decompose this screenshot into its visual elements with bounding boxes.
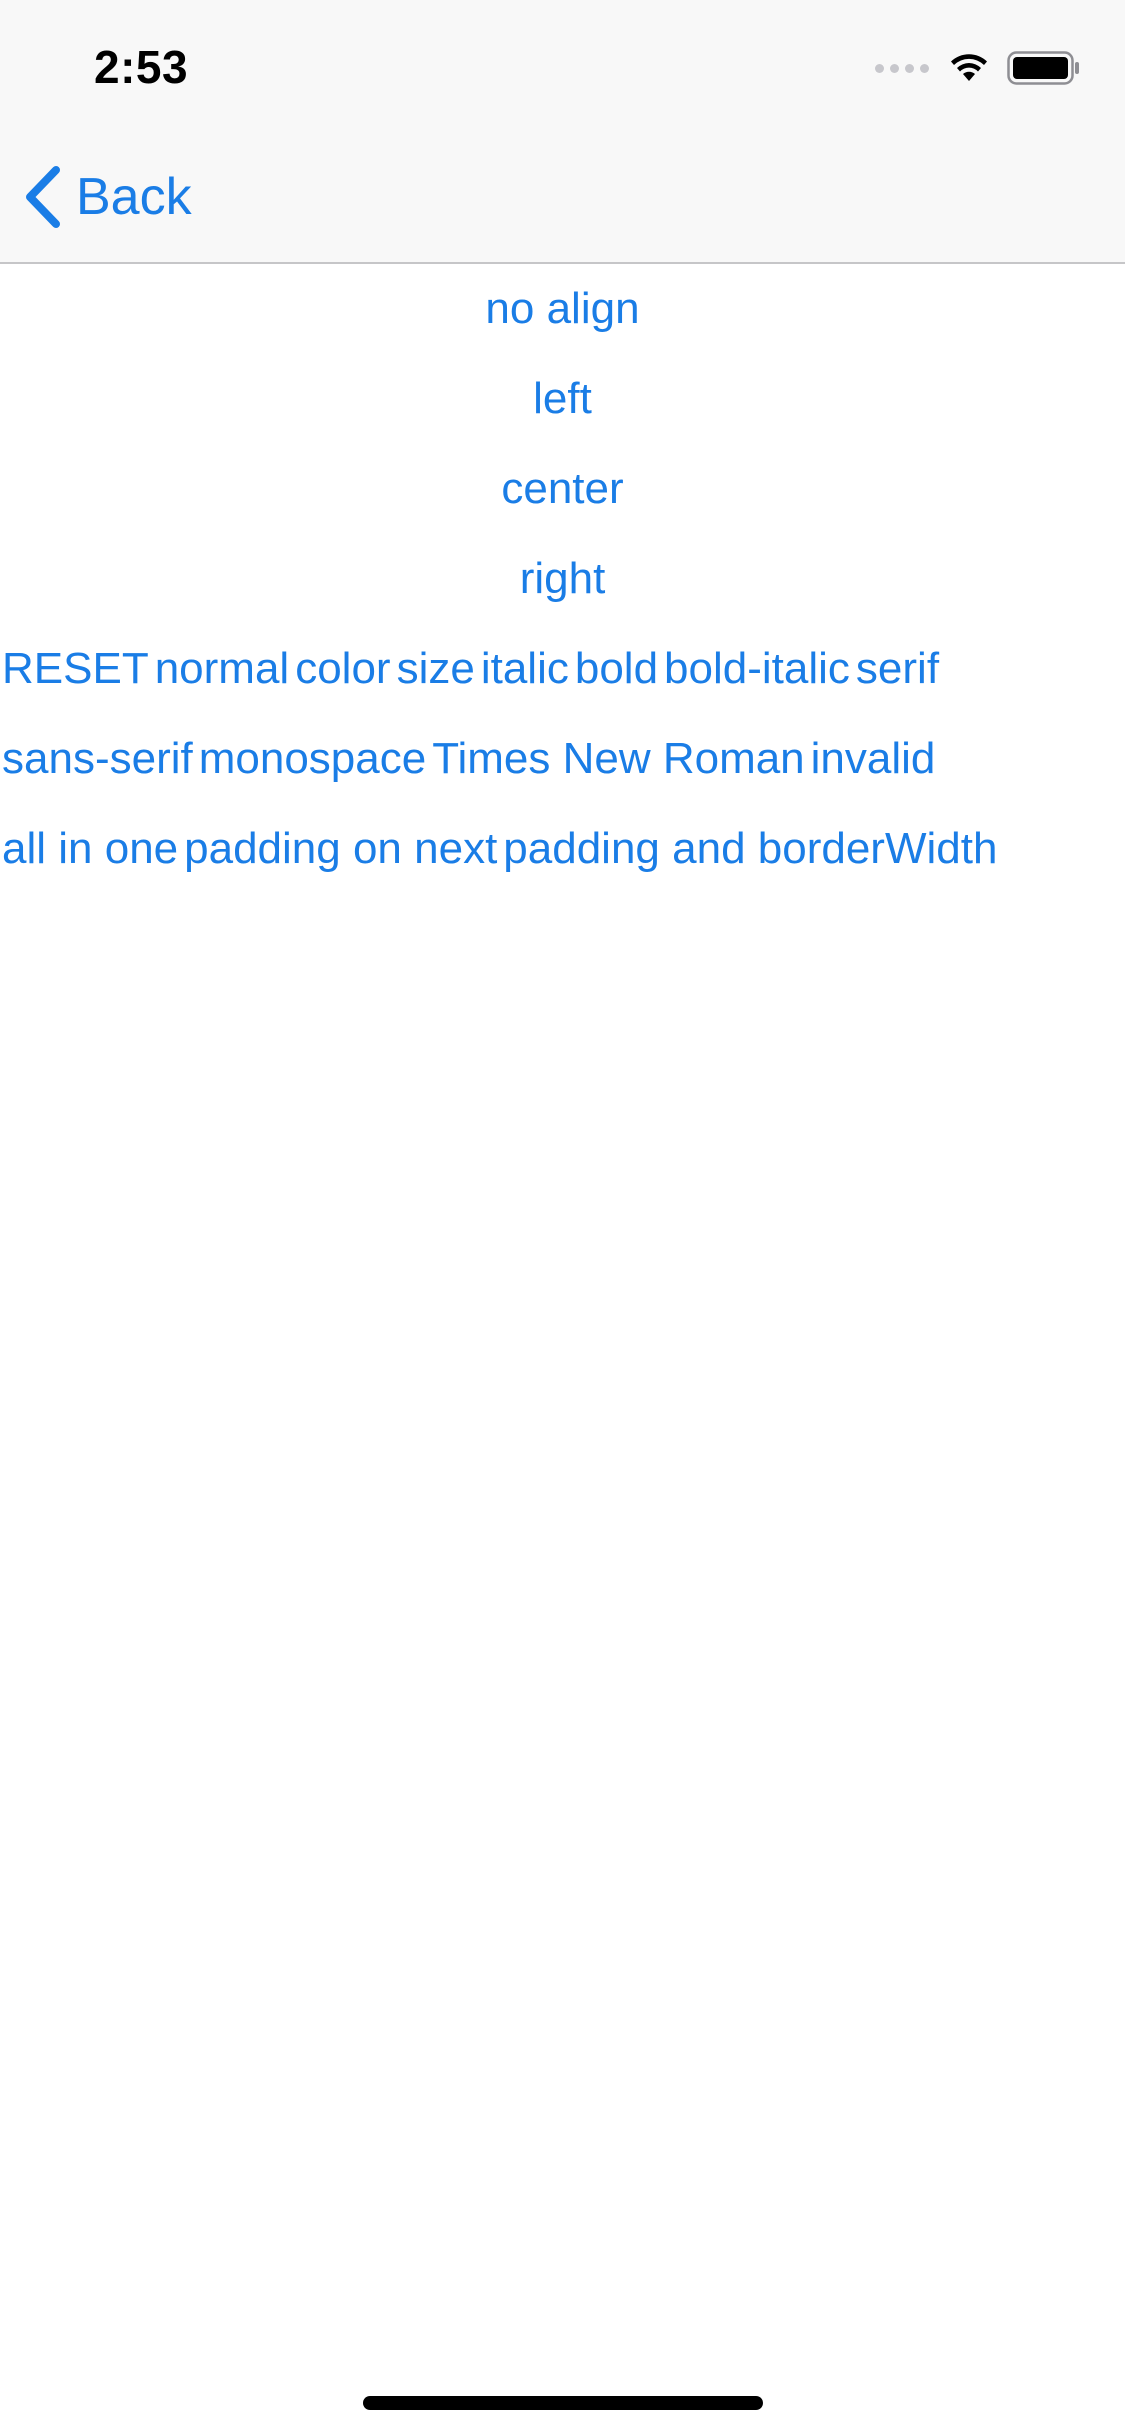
all-in-one-button[interactable]: all in one [2,824,178,873]
reset-button[interactable]: RESET [2,644,149,693]
center-button[interactable]: center [501,464,623,513]
times-new-roman-button[interactable]: Times New Roman [432,734,804,783]
sans-serif-button[interactable]: sans-serif [2,734,193,783]
status-time: 2:53 [94,41,189,93]
align-row-left: left [0,354,1125,444]
align-row-no-align: no align [0,264,1125,354]
cellular-signal-icon [875,63,929,73]
left-button[interactable]: left [533,374,592,423]
serif-button[interactable]: serif [856,644,939,693]
padding-on-next-button[interactable]: padding on next [184,824,497,873]
font-buttons-row-1: RESET normal color size italic bold bold-itali… [0,624,1125,714]
font-buttons-row-2: sans-serif monospace Times New Roman invali… [0,714,1125,804]
align-row-right: right [0,534,1125,624]
bold-italic-button[interactable]: bold-italic [664,644,850,693]
main-content: no align left center right RESET normal co… [0,264,1125,894]
status-icons [875,48,1081,88]
home-indicator[interactable] [363,2396,763,2410]
monospace-button[interactable]: monospace [199,734,426,783]
back-button-label: Back [76,168,192,226]
navigation-bar: 2:53 Back [0,0,1125,264]
normal-button[interactable]: normal [155,644,290,693]
chevron-left-icon [26,166,60,228]
size-button[interactable]: size [397,644,475,693]
right-button[interactable]: right [520,554,606,603]
font-buttons-row-3: all in one padding on next padding and bor… [0,804,1125,894]
wifi-icon [951,54,987,81]
italic-button[interactable]: italic [481,644,569,693]
padding-and-border-width-button[interactable]: padding and borderWidth [503,824,997,873]
bold-button[interactable]: bold [575,644,658,693]
battery-icon [1007,51,1079,85]
color-button[interactable]: color [295,644,390,693]
align-row-center: center [0,444,1125,534]
invalid-button[interactable]: invalid [811,734,936,783]
back-button[interactable]: Back [24,160,192,234]
no-align-button[interactable]: no align [485,284,639,333]
